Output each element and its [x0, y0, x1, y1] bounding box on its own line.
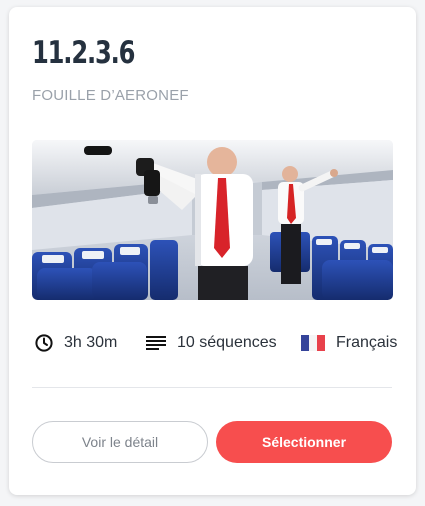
divider	[32, 387, 392, 388]
course-name: FOUILLE D’AERONEF	[32, 87, 189, 104]
duration-meta: 3h 30m	[35, 334, 117, 352]
duration-text: 3h 30m	[64, 334, 118, 351]
course-image	[32, 140, 393, 300]
course-code: 11.2.3.6	[32, 35, 135, 71]
view-detail-button[interactable]: Voir le détail	[32, 421, 208, 463]
select-button[interactable]: Sélectionner	[216, 421, 392, 463]
course-card: 11.2.3.6 FOUILLE D’AERONEF 3h 30m 10 séq…	[9, 7, 416, 495]
clock-icon	[35, 334, 53, 352]
course-meta: 3h 30m 10 séquences Français	[32, 331, 397, 355]
language-meta: Français	[301, 334, 397, 352]
language-text: Français	[336, 334, 398, 351]
sequences-meta: 10 séquences	[146, 334, 277, 352]
sequences-text: 10 séquences	[177, 334, 277, 351]
french-flag-icon	[301, 335, 325, 351]
list-lines-icon	[146, 335, 166, 351]
